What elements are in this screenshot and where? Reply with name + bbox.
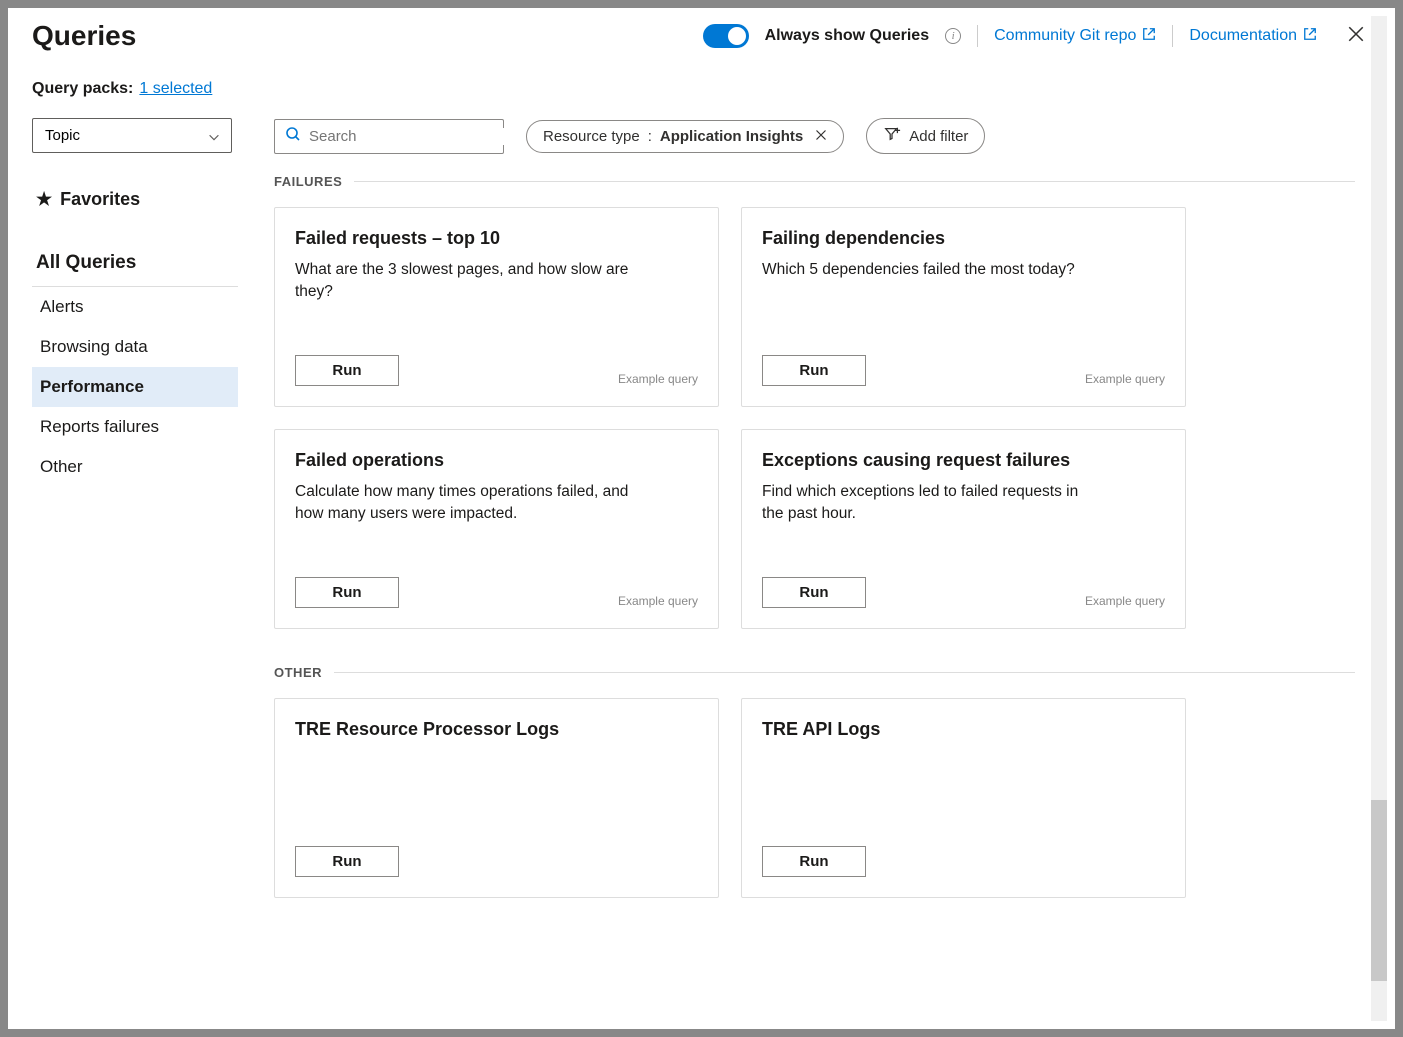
- divider: [354, 181, 1355, 182]
- card-title: TRE API Logs: [762, 719, 1165, 740]
- example-tag: Example query: [1085, 372, 1165, 386]
- section-title: FAILURES: [274, 174, 342, 189]
- divider: [334, 672, 1355, 673]
- card-description: Which 5 dependencies failed the most tod…: [762, 259, 1102, 281]
- other-grid: TRE Resource Processor Logs Run TRE API …: [274, 698, 1355, 898]
- example-tag: Example query: [618, 594, 698, 608]
- resource-type-value: Application Insights: [660, 128, 803, 145]
- query-card: Exceptions causing request failures Find…: [741, 429, 1186, 629]
- run-button[interactable]: Run: [762, 355, 866, 386]
- modal-body: Topic ★ Favorites All Queries Alerts Bro…: [8, 98, 1395, 1029]
- sidebar: Topic ★ Favorites All Queries Alerts Bro…: [32, 118, 262, 1029]
- run-button[interactable]: Run: [295, 846, 399, 877]
- query-card: Failed operations Calculate how many tim…: [274, 429, 719, 629]
- divider: [977, 25, 978, 47]
- sidebar-item-alerts[interactable]: Alerts: [32, 287, 238, 327]
- card-description: What are the 3 slowest pages, and how sl…: [295, 259, 635, 302]
- card-title: Exceptions causing request failures: [762, 450, 1165, 471]
- card-title: TRE Resource Processor Logs: [295, 719, 698, 740]
- sidebar-item-browsing-data[interactable]: Browsing data: [32, 327, 238, 367]
- scrollbar[interactable]: [1371, 16, 1387, 1021]
- star-icon: ★: [36, 189, 52, 210]
- sidebar-item-reports-failures[interactable]: Reports failures: [32, 407, 238, 447]
- divider: [1172, 25, 1173, 47]
- add-filter-button[interactable]: Add filter: [866, 118, 985, 154]
- community-git-link[interactable]: Community Git repo: [994, 27, 1156, 46]
- chevron-down-icon: [207, 130, 219, 142]
- external-link-icon: [1303, 27, 1317, 46]
- close-button[interactable]: [1341, 21, 1371, 51]
- content-scroll[interactable]: FAILURES Failed requests – top 10 What a…: [274, 174, 1395, 1029]
- page-title: Queries: [32, 20, 136, 52]
- add-filter-label: Add filter: [909, 128, 968, 145]
- external-link-icon: [1142, 27, 1156, 46]
- main-panel: Resource type : Application Insights Ad: [262, 118, 1395, 1029]
- topic-select-value: Topic: [45, 127, 80, 144]
- resource-type-label: Resource type: [543, 128, 640, 145]
- resource-type-filter[interactable]: Resource type : Application Insights: [526, 120, 844, 153]
- section-header-failures: FAILURES: [274, 174, 1355, 189]
- query-card: TRE Resource Processor Logs Run: [274, 698, 719, 898]
- card-description: Find which exceptions led to failed requ…: [762, 481, 1102, 524]
- favorites-heading[interactable]: ★ Favorites: [32, 179, 262, 220]
- card-title: Failing dependencies: [762, 228, 1165, 249]
- query-card: TRE API Logs Run: [741, 698, 1186, 898]
- card-title: Failed requests – top 10: [295, 228, 698, 249]
- sidebar-item-performance[interactable]: Performance: [32, 367, 238, 407]
- section-title: OTHER: [274, 665, 322, 680]
- info-icon[interactable]: i: [945, 28, 961, 44]
- card-description: Calculate how many times operations fail…: [295, 481, 635, 524]
- query-packs-label: Query packs:: [32, 80, 133, 98]
- example-tag: Example query: [618, 372, 698, 386]
- all-queries-heading[interactable]: All Queries: [32, 240, 238, 287]
- favorites-label: Favorites: [60, 189, 140, 210]
- remove-filter-icon[interactable]: [815, 128, 827, 144]
- run-button[interactable]: Run: [295, 577, 399, 608]
- always-show-label: Always show Queries: [765, 27, 930, 45]
- documentation-link[interactable]: Documentation: [1189, 27, 1317, 46]
- run-button[interactable]: Run: [762, 577, 866, 608]
- example-tag: Example query: [1085, 594, 1165, 608]
- filter-bar: Resource type : Application Insights Ad: [274, 118, 1395, 174]
- always-show-toggle[interactable]: [703, 24, 749, 48]
- run-button[interactable]: Run: [762, 846, 866, 877]
- scrollbar-thumb[interactable]: [1371, 800, 1387, 981]
- sidebar-item-other[interactable]: Other: [32, 447, 238, 487]
- search-icon: [285, 126, 301, 147]
- search-box[interactable]: [274, 119, 504, 154]
- query-packs-link[interactable]: 1 selected: [139, 80, 212, 98]
- section-header-other: OTHER: [274, 665, 1355, 680]
- query-packs-row: Query packs: 1 selected: [8, 56, 1395, 98]
- query-card: Failed requests – top 10 What are the 3 …: [274, 207, 719, 407]
- community-git-label: Community Git repo: [994, 27, 1136, 45]
- search-input[interactable]: [309, 128, 508, 145]
- queries-modal: Queries Always show Queries i Community …: [8, 8, 1395, 1029]
- modal-header: Queries Always show Queries i Community …: [8, 8, 1395, 56]
- query-card: Failing dependencies Which 5 dependencie…: [741, 207, 1186, 407]
- topic-select[interactable]: Topic: [32, 118, 232, 153]
- documentation-label: Documentation: [1189, 27, 1297, 45]
- card-title: Failed operations: [295, 450, 698, 471]
- failures-grid: Failed requests – top 10 What are the 3 …: [274, 207, 1355, 629]
- run-button[interactable]: Run: [295, 355, 399, 386]
- add-filter-icon: [883, 126, 901, 146]
